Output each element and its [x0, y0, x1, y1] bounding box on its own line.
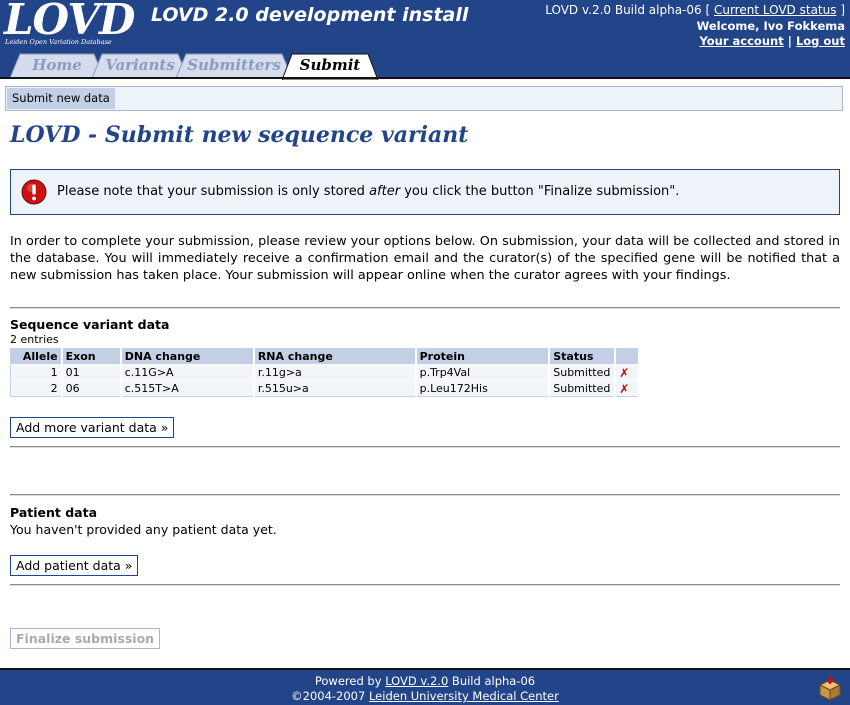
tab-home[interactable]: Home: [10, 53, 104, 78]
main-tabs: Home Variants Submitters Submit: [0, 50, 850, 80]
build-info: LOVD v.2.0 Build alpha-06 [ Current LOVD…: [545, 3, 845, 17]
divider: [10, 307, 840, 309]
cell-actions: ✗: [615, 364, 640, 381]
page-title: LOVD - Submit new sequence variant: [10, 122, 469, 148]
logo-subtitle: Leiden Open Variation Database: [5, 38, 112, 46]
patient-section-title: Patient data: [10, 505, 98, 520]
lumc-link[interactable]: Leiden University Medical Center: [369, 689, 559, 703]
cell-status: Submitted: [549, 364, 617, 381]
tab-submitters[interactable]: Submitters: [176, 53, 292, 78]
entries-count: 2 entries: [10, 333, 59, 346]
site-title: LOVD 2.0 development install: [151, 4, 469, 26]
welcome-text: Welcome, Ivo Fokkema: [696, 19, 845, 33]
cell-dna: c.11G>A: [120, 364, 255, 381]
divider: [10, 446, 840, 448]
divider: [10, 494, 840, 496]
cell-rna: r.11g>a: [253, 364, 417, 381]
current-status-link[interactable]: Current LOVD status: [714, 3, 837, 17]
col-status[interactable]: Status: [549, 348, 617, 365]
variants-section-title: Sequence variant data: [10, 317, 170, 332]
cell-allele: 2: [10, 380, 63, 397]
build-suffix: ]: [840, 3, 845, 17]
cell-protein: p.Leu172His: [415, 380, 551, 397]
col-exon[interactable]: Exon: [61, 348, 122, 365]
finalize-submission-button[interactable]: Finalize submission: [10, 628, 161, 649]
sub-navigation: Submit new data: [5, 86, 843, 111]
col-allele[interactable]: Allele: [10, 348, 63, 365]
your-account-link[interactable]: Your account: [700, 34, 784, 48]
col-actions: [615, 348, 640, 365]
cell-actions: ✗: [615, 380, 640, 397]
powered-by-line: Powered by LOVD v.2.0 Build alpha-06: [0, 674, 850, 688]
cell-protein: p.Trp4Val: [415, 364, 551, 381]
delete-icon[interactable]: ✗: [619, 366, 629, 380]
account-links: Your account | Log out: [700, 34, 846, 48]
tab-label: Submit: [299, 56, 361, 74]
link-separator: |: [787, 34, 792, 48]
variants-table: Allele Exon DNA change RNA change Protei…: [10, 348, 640, 397]
tab-label: Submitters: [187, 56, 281, 74]
notice-box: Please note that your submission is only…: [10, 169, 840, 215]
subnav-submit-new-data[interactable]: Submit new data: [7, 88, 115, 109]
header: LOVD Leiden Open Variation Database LOVD…: [0, 0, 850, 80]
col-rna-change[interactable]: RNA change: [253, 348, 417, 365]
add-patient-data-button[interactable]: Add patient data »: [10, 555, 139, 576]
add-more-variant-button[interactable]: Add more variant data »: [10, 417, 175, 438]
tab-submit[interactable]: Submit: [282, 53, 378, 80]
powered-prefix: Powered by: [314, 674, 386, 688]
cell-exon: 01: [61, 364, 122, 381]
build-prefix: LOVD v.2.0 Build alpha-06 [: [545, 3, 711, 17]
log-out-link[interactable]: Log out: [796, 34, 845, 48]
copyright-line: ©2004-2007 Leiden University Medical Cen…: [0, 689, 850, 703]
package-icon[interactable]: [816, 674, 844, 702]
cell-dna: c.515T>A: [120, 380, 255, 397]
cell-rna: r.515u>a: [253, 380, 417, 397]
lovd-logo[interactable]: LOVD Leiden Open Variation Database: [4, 0, 135, 50]
delete-icon[interactable]: ✗: [619, 382, 629, 396]
col-dna-change[interactable]: DNA change: [120, 348, 255, 365]
tab-variants[interactable]: Variants: [92, 53, 188, 78]
cell-status: Submitted: [549, 380, 617, 397]
tab-label: Variants: [105, 56, 175, 74]
error-icon: [21, 179, 47, 205]
divider: [10, 584, 840, 586]
footer: Powered by LOVD v.2.0 Build alpha-06 ©20…: [0, 668, 850, 705]
cell-exon: 06: [61, 380, 122, 397]
patient-message: You haven't provided any patient data ye…: [10, 522, 277, 537]
col-protein[interactable]: Protein: [415, 348, 551, 365]
powered-suffix: Build alpha-06: [448, 674, 536, 688]
tab-baseline: [0, 77, 850, 79]
notice-before: Please note that your submission is only…: [57, 184, 370, 199]
lovd-version-link[interactable]: LOVD v.2.0: [385, 674, 448, 688]
intro-text: In order to complete your submission, pl…: [10, 234, 840, 283]
copyright-prefix: ©2004-2007: [291, 689, 369, 703]
table-row[interactable]: 1 01 c.11G>A r.11g>a p.Trp4Val Submitted…: [10, 364, 640, 381]
table-row[interactable]: 2 06 c.515T>A r.515u>a p.Leu172His Submi…: [10, 380, 640, 397]
notice-emphasis: after: [369, 184, 401, 199]
notice-after: you click the button "Finalize submissio…: [400, 184, 680, 199]
table-header-row: Allele Exon DNA change RNA change Protei…: [10, 348, 640, 365]
cell-allele: 1: [10, 364, 63, 381]
tab-label: Home: [32, 56, 82, 74]
notice-text: Please note that your submission is only…: [57, 184, 679, 199]
